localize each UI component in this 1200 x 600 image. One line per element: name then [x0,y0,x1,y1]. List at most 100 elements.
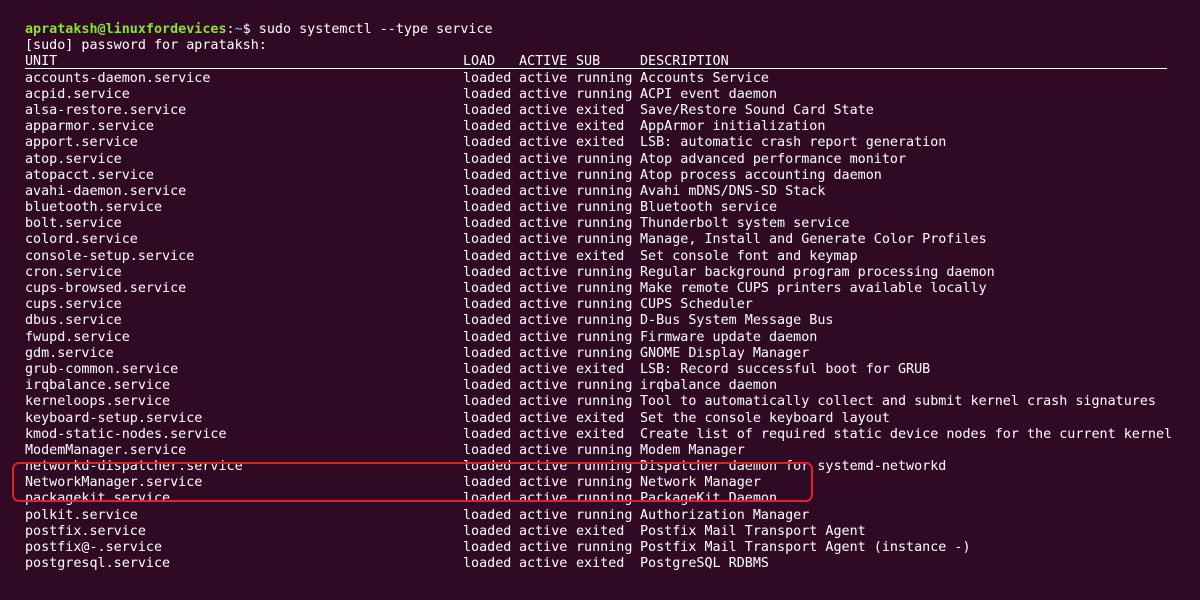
load-cell: loaded [463,264,512,280]
sudo-password-prompt: [sudo] password for aprataksh: [25,38,267,54]
active-cell: active [519,119,568,135]
load-cell: loaded [463,281,512,296]
unit-cell: postfix.service [25,523,146,539]
sub-cell: running [576,70,633,86]
load-cell: loaded [463,426,512,442]
load-cell: loaded [463,313,512,329]
active-cell: active [519,442,568,458]
table-row: apparmor.service loaded active exited AppArm… [25,119,1200,135]
unit-cell: grub-common.service [25,361,179,377]
active-cell: active [519,102,568,118]
unit-cell: avahi-daemon.service [25,183,187,199]
sub-cell: running [576,313,633,329]
load-cell: loaded [463,70,512,86]
table-row: atop.service loaded active running Atop adva… [25,152,1200,168]
table-row: acpid.service loaded active running ACPI eve… [25,87,1200,103]
load-cell: loaded [463,183,512,199]
unit-cell: bolt.service [25,216,122,232]
active-cell: active [519,297,568,313]
sub-cell: running [576,232,633,248]
sub-cell: exited [576,102,625,118]
description-cell: CUPS Scheduler [640,297,753,313]
table-row: NetworkManager.service loaded active runnin… [25,475,1200,491]
unit-cell: alsa-restore.service [25,102,187,118]
load-cell: loaded [463,394,512,410]
load-cell: loaded [463,361,512,377]
sub-cell: running [576,183,633,199]
active-cell: active [519,281,568,296]
table-row: keyboard-setup.service loaded active exited… [25,411,1200,427]
description-cell: Bluetooth service [640,200,778,216]
unit-cell: polkit.service [25,507,138,523]
active-cell: active [519,361,568,377]
active-cell: active [519,86,568,102]
table-row: console-setup.service loaded active exited S… [25,249,1200,265]
active-cell: active [519,248,568,264]
load-cell: loaded [463,507,512,523]
sub-cell: running [576,491,633,507]
load-cell: loaded [463,248,512,264]
terminal-window[interactable]: aprataksh@linuxfordevices:~$ sudo system… [0,0,1200,600]
active-cell: active [519,410,568,426]
sub-cell: exited [576,556,625,572]
sub-cell: running [576,378,633,394]
unit-cell: keyboard-setup.service [25,410,203,426]
table-row: colord.service loaded active running Manage,… [25,232,1200,248]
active-cell: active [519,459,568,475]
table-row: postfix.service loaded active exited Postfix… [25,524,1200,540]
active-cell: active [519,70,568,86]
unit-cell: cron.service [25,264,122,280]
description-cell: Create list of required static device no… [640,426,1173,442]
table-row: polkit.service loaded active running Authori… [25,508,1200,524]
load-cell: loaded [463,102,512,118]
unit-cell: colord.service [25,232,138,248]
description-cell: Atop process accounting daemon [640,167,882,183]
active-cell: active [519,200,568,216]
description-cell: Dispatcher daemon for systemd-networkd [640,459,947,475]
description-cell: Set the console keyboard layout [640,410,890,426]
active-cell: active [519,394,568,410]
sub-cell: running [576,394,633,410]
table-row: fwupd.service loaded active running Firmware… [25,330,1200,346]
unit-cell: fwupd.service [25,329,130,345]
load-cell: loaded [463,216,512,232]
table-row: kerneloops.service loaded active running Too… [25,394,1200,410]
sub-cell: running [576,329,633,345]
unit-cell: networkd-dispatcher.service [25,459,243,475]
active-cell: active [519,232,568,248]
unit-cell: bluetooth.service [25,200,163,216]
active-cell: active [519,556,568,572]
table-row: apport.service loaded active exited LSB: aut… [25,135,1200,151]
description-cell: Atop advanced performance monitor [640,151,907,167]
active-cell: active [519,183,568,199]
prompt-user-host: aprataksh@linuxfordevices [25,22,227,37]
unit-cell: postfix@-.service [25,540,163,555]
description-cell: Save/Restore Sound Card State [640,102,874,118]
load-cell: loaded [463,442,512,458]
table-row: cups.service loaded active running CUPS Sche… [25,297,1200,313]
sub-cell: exited [576,135,625,151]
description-cell: Postfix Mail Transport Agent (instance -… [640,540,971,555]
table-row: cron.service loaded active running Regular b… [25,265,1200,281]
command-text: sudo systemctl --type service [250,22,493,37]
table-row: cups-browsed.service loaded active running M… [25,281,1200,297]
load-cell: loaded [463,459,512,475]
sub-cell: running [576,216,633,232]
sub-cell: running [576,281,633,296]
active-cell: active [519,426,568,442]
active-cell: active [519,264,568,280]
sub-cell: running [576,264,633,280]
unit-cell: irqbalance.service [25,378,171,394]
table-row: grub-common.service loaded active exited LSB… [25,362,1200,378]
active-cell: active [519,540,568,555]
description-cell: Authorization Manager [640,507,810,523]
load-cell: loaded [463,86,512,102]
table-row: gdm.service loaded active running GNOME Disp… [25,346,1200,362]
load-cell: loaded [463,491,512,507]
load-cell: loaded [463,345,512,361]
description-cell: ACPI event daemon [640,86,778,102]
table-row: dbus.service loaded active running D-Bus Sys… [25,313,1200,329]
sub-cell: running [576,345,633,361]
active-cell: active [519,135,568,151]
load-cell: loaded [463,378,512,394]
